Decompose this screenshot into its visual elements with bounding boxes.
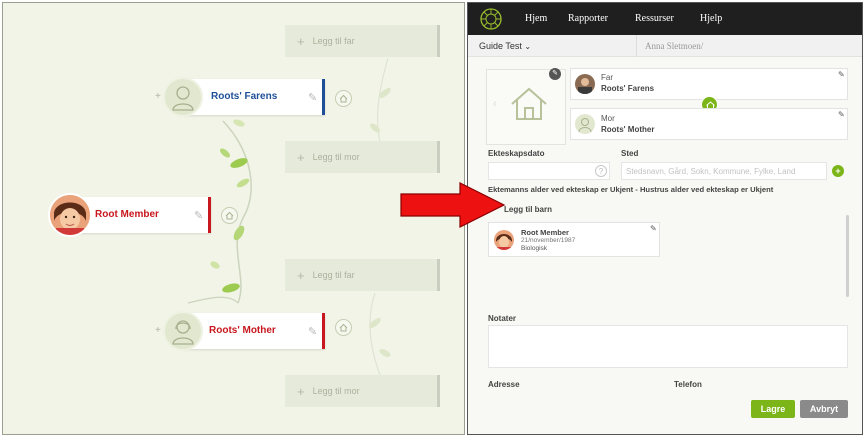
scrollbar[interactable] — [846, 215, 849, 297]
family-edit-app: Hjem Rapporter Ressurser Hjelp Guide Tes… — [467, 2, 863, 435]
plus-icon: + — [297, 33, 305, 49]
father-role: Far — [601, 73, 613, 82]
plus-icon: + — [297, 383, 305, 399]
father-name: Roots' Farens — [601, 84, 655, 93]
family-photo-box[interactable]: ‹ — [486, 69, 566, 145]
father-avatar — [163, 77, 203, 117]
add-mother-slot-bottom[interactable]: + Legg til mor — [285, 375, 440, 407]
top-navigation-bar: Hjem Rapporter Ressurser Hjelp — [468, 3, 862, 35]
divider — [636, 35, 637, 57]
home-icon[interactable] — [335, 90, 352, 107]
phone-label: Telefon — [674, 380, 702, 389]
guide-label: Guide Test — [479, 41, 522, 51]
child-photo-icon — [50, 195, 90, 235]
notes-label: Notater — [488, 314, 517, 323]
user-name[interactable]: Anna Sletmoen/ — [645, 41, 703, 51]
chevron-left-icon[interactable]: ‹ — [493, 98, 497, 110]
nav-home[interactable]: Hjem — [525, 13, 547, 24]
father-photo — [575, 74, 595, 94]
red-arrow-icon — [400, 182, 506, 228]
cancel-button[interactable]: Avbryt — [800, 400, 848, 418]
address-label: Adresse — [488, 380, 520, 389]
mother-avatar — [163, 311, 203, 351]
plus-icon[interactable]: + — [155, 91, 161, 102]
age-info-text: Ektemanns alder ved ekteskap er Ukjent -… — [488, 185, 774, 194]
add-father-slot-top[interactable]: + Legg til far — [285, 25, 440, 57]
plus-icon[interactable]: + — [155, 325, 161, 336]
marriage-date-label: Ekteskapsdato — [488, 149, 545, 158]
nav-help[interactable]: Hjelp — [700, 13, 722, 24]
female-silhouette-icon — [172, 320, 194, 345]
notes-textarea[interactable] — [488, 325, 848, 368]
female-silhouette-icon — [575, 114, 595, 134]
edit-icon[interactable]: ✎ — [308, 325, 317, 338]
save-button[interactable]: Lagre — [751, 400, 795, 418]
add-mother-slot-top[interactable]: + Legg til mor — [285, 141, 440, 173]
add-child-link[interactable]: Legg til barn — [504, 205, 552, 214]
nav-resources[interactable]: Ressurser — [635, 13, 674, 24]
pencil-icon[interactable]: ✎ — [838, 110, 845, 119]
help-icon[interactable]: ? — [595, 165, 607, 177]
father-card[interactable]: Roots' Farens ✎ — [183, 79, 325, 115]
pencil-icon[interactable]: ✎ — [838, 70, 845, 79]
plus-icon: + — [297, 149, 305, 165]
home-icon[interactable] — [335, 319, 352, 336]
add-father-label: Legg til far — [312, 36, 355, 46]
add-mother-label: Legg til mor — [312, 152, 360, 162]
home-icon[interactable] — [221, 207, 238, 224]
place-input[interactable]: Stedsnavn, Gård, Sokn, Kommune, Fylke, L… — [621, 162, 827, 180]
plus-icon: + — [297, 267, 305, 283]
home-icon — [511, 87, 547, 120]
child-birth-date: 21/november/1987 — [521, 237, 576, 244]
mother-card[interactable]: Roots' Mother ✎ — [183, 313, 325, 349]
marriage-date-input[interactable]: ? — [488, 162, 610, 180]
mother-role: Mor — [601, 114, 615, 123]
family-tree-panel: + Legg til far + Legg til mor + Legg til… — [2, 2, 465, 435]
child-photo — [494, 230, 514, 250]
mother-card-panel[interactable]: Mor Roots' Mother ✎ — [570, 108, 848, 140]
mother-name: Roots' Mother — [209, 325, 276, 336]
edit-icon[interactable]: ✎ — [308, 91, 317, 104]
root-member-name: Root Member — [95, 209, 159, 220]
male-silhouette-icon — [172, 86, 194, 111]
add-father-slot-bottom[interactable]: + Legg til far — [285, 259, 440, 291]
mother-name: Roots' Mother — [601, 125, 655, 134]
logo-icon[interactable] — [478, 6, 504, 32]
child-relation: Biologisk — [521, 245, 548, 252]
add-father-label: Legg til far — [312, 270, 355, 280]
pencil-icon[interactable]: ✎ — [650, 224, 657, 233]
root-member-photo — [48, 193, 92, 237]
guide-dropdown[interactable]: Guide Test ⌄ — [479, 41, 531, 51]
chevron-down-icon: ⌄ — [524, 42, 532, 51]
pencil-icon[interactable]: ✎ — [549, 68, 561, 80]
father-name: Roots' Farens — [211, 91, 278, 102]
sub-bar: Guide Test ⌄ Anna Sletmoen/ — [468, 35, 862, 57]
child-card[interactable]: Root Member 21/november/1987 Biologisk ✎ — [488, 222, 660, 257]
place-placeholder: Stedsnavn, Gård, Sokn, Kommune, Fylke, L… — [626, 167, 796, 176]
edit-icon[interactable]: ✎ — [194, 209, 203, 222]
child-name: Root Member — [521, 228, 569, 237]
nav-reports[interactable]: Rapporter — [568, 13, 608, 24]
place-label: Sted — [621, 149, 639, 158]
add-mother-label: Legg til mor — [312, 386, 360, 396]
add-place-icon[interactable]: + — [832, 165, 844, 177]
